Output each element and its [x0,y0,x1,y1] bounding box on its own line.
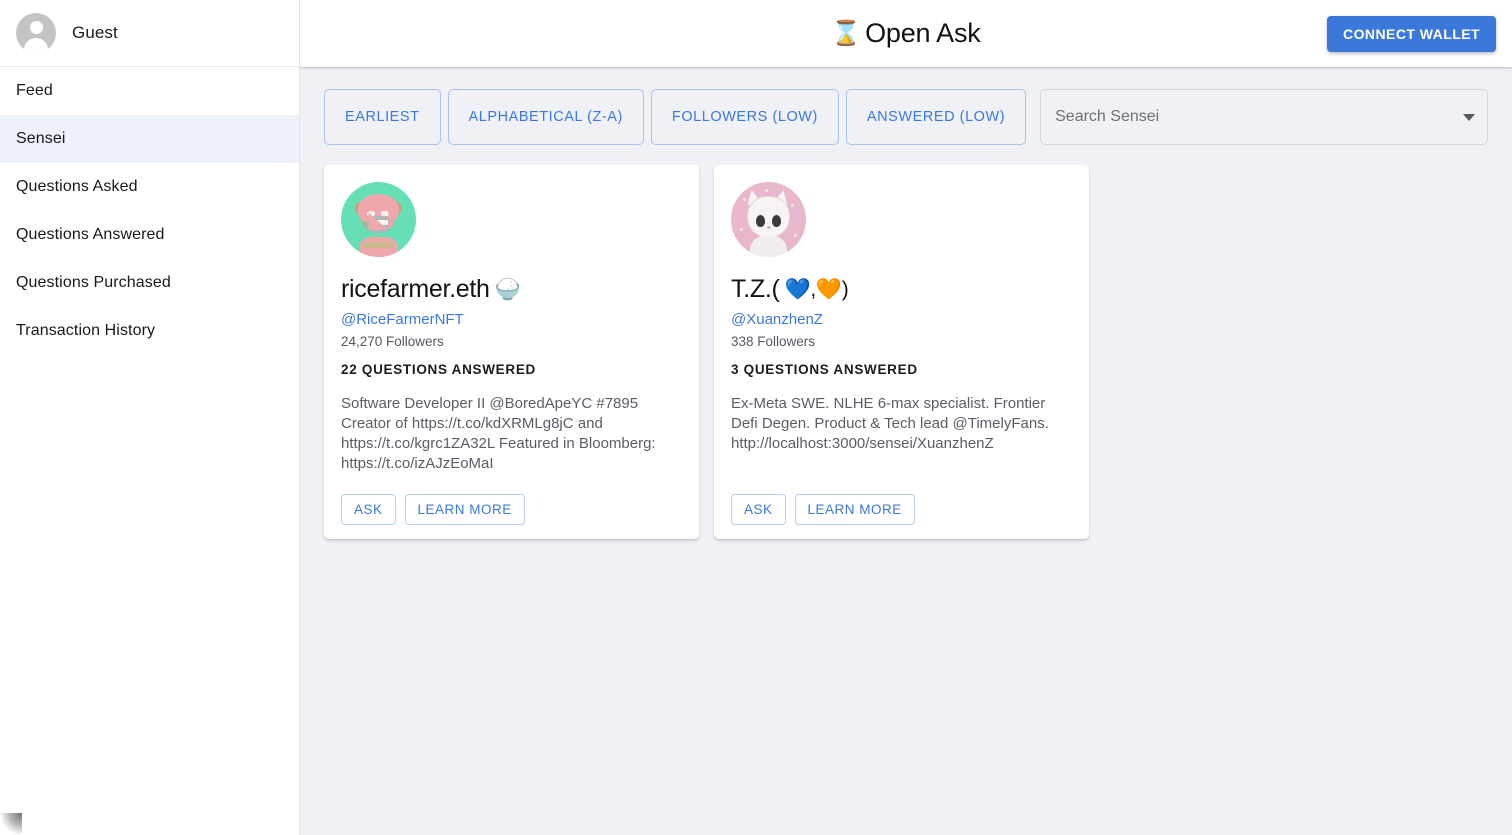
learn-more-button[interactable]: LEARN MORE [795,494,915,525]
main-area: ⌛ Open Ask CONNECT WALLET EARLIEST ALPHA… [300,0,1512,835]
sensei-card[interactable]: T.Z.( 💙,🧡) @XuanzhenZ 338 Followers 3 QU… [714,165,1089,539]
sensei-card[interactable]: ricefarmer.eth 🍚 @RiceFarmerNFT 24,270 F… [324,165,699,539]
sensei-answered-count: 22 QUESTIONS ANSWERED [341,362,682,377]
sensei-card-grid: ricefarmer.eth 🍚 @RiceFarmerNFT 24,270 F… [324,165,1488,539]
sidebar-item-questions-answered[interactable]: Questions Answered [0,211,299,259]
connect-wallet-button[interactable]: CONNECT WALLET [1327,16,1496,52]
sensei-answered-count: 3 QUESTIONS ANSWERED [731,362,1072,377]
content-area: EARLIEST ALPHABETICAL (Z-A) FOLLOWERS (L… [300,67,1512,835]
sidebar-item-questions-purchased[interactable]: Questions Purchased [0,259,299,307]
sidebar-nav: Feed Sensei Questions Asked Questions An… [0,67,299,355]
sidebar-item-label: Questions Answered [16,226,165,244]
bored-ape-avatar [341,182,416,257]
white-cat-avatar [731,182,806,257]
hourglass-icon: ⌛ [831,22,861,46]
sidebar-item-transaction-history[interactable]: Transaction History [0,307,299,355]
sensei-name: ricefarmer.eth 🍚 [341,276,682,304]
heart-emojis-icon: 💙,🧡) [785,279,849,300]
filter-followers-button[interactable]: FOLLOWERS (LOW) [651,89,839,145]
ask-button[interactable]: ASK [731,494,786,525]
sidebar-item-label: Questions Asked [16,178,138,196]
ask-button[interactable]: ASK [341,494,396,525]
sensei-name: T.Z.( 💙,🧡) [731,276,1072,304]
window-corner-shadow [0,813,22,835]
sensei-followers: 338 Followers [731,334,1072,349]
search-input[interactable] [1055,108,1455,126]
search-sensei-field[interactable] [1040,89,1488,145]
sensei-card-actions: ASK LEARN MORE [341,494,682,525]
sidebar-item-sensei[interactable]: Sensei [0,115,299,163]
sidebar-user-name: Guest [72,23,118,43]
sensei-followers: 24,270 Followers [341,334,682,349]
sidebar-user-header[interactable]: Guest [0,0,299,67]
sensei-name-text: ricefarmer.eth [341,276,490,304]
sensei-handle[interactable]: @XuanzhenZ [731,311,1072,328]
page-title-text: Open Ask [865,18,980,49]
rice-bowl-icon: 🍚 [495,279,521,300]
sensei-card-actions: ASK LEARN MORE [731,494,1072,525]
sidebar-item-feed[interactable]: Feed [0,67,299,115]
filter-alphabetical-button[interactable]: ALPHABETICAL (Z-A) [448,89,644,145]
app-root: Guest Feed Sensei Questions Asked Questi… [0,0,1512,835]
top-header: ⌛ Open Ask CONNECT WALLET [300,0,1512,67]
filter-toolbar: EARLIEST ALPHABETICAL (Z-A) FOLLOWERS (L… [324,89,1488,145]
filter-earliest-button[interactable]: EARLIEST [324,89,441,145]
filter-answered-button[interactable]: ANSWERED (LOW) [846,89,1026,145]
chevron-down-icon[interactable] [1463,114,1475,121]
sidebar-item-label: Sensei [16,130,66,148]
sidebar-item-label: Transaction History [16,322,155,340]
person-avatar-icon [16,13,56,53]
sidebar-item-label: Questions Purchased [16,274,171,292]
sensei-bio: Software Developer II @BoredApeYC #7895 … [341,394,682,474]
sidebar: Guest Feed Sensei Questions Asked Questi… [0,0,300,835]
sidebar-item-questions-asked[interactable]: Questions Asked [0,163,299,211]
sensei-handle[interactable]: @RiceFarmerNFT [341,311,682,328]
learn-more-button[interactable]: LEARN MORE [405,494,525,525]
sensei-name-text: T.Z.( [731,276,780,304]
sensei-bio: Ex-Meta SWE. NLHE 6-max specialist. Fron… [731,394,1072,474]
sidebar-item-label: Feed [16,82,53,100]
